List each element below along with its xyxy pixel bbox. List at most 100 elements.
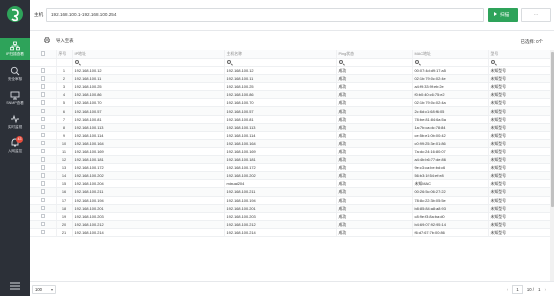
table-row[interactable]: 14 192.168.100.202 192.168.100.202 成功 56:b3:…	[30, 171, 551, 181]
table-row[interactable]: 21 192.168.100.214 192.168.100.214 成功 f6:d7:…	[30, 228, 551, 237]
row-checkbox[interactable]	[30, 106, 57, 116]
export-button[interactable]: 导入至表	[44, 36, 74, 46]
scrollbar-thumb[interactable]	[550, 52, 554, 207]
cell-ip: 192.168.100.164	[72, 139, 225, 148]
column-header-model[interactable]: 型号	[488, 50, 551, 59]
cell-hostname: 192.168.100.202	[224, 171, 337, 181]
row-checkbox[interactable]	[30, 66, 57, 76]
table-row[interactable]: 6 192.168.100.57 192.168.100.57 成功 2c:6d:c1:…	[30, 106, 551, 116]
cell-hostname: 192.168.100.113	[224, 123, 337, 132]
cell-model: 未知型号	[488, 179, 551, 189]
search-shield-icon	[10, 66, 20, 76]
cell-mac: f0:b0:40:c6:75:e2	[412, 90, 489, 100]
sidebar-item-snmp[interactable]: SNMP查看	[0, 87, 30, 109]
cell-model: 未知型号	[488, 204, 551, 213]
table-row[interactable]: 3 192.168.100.25 192.168.100.25 成功 a4:f9:33:…	[30, 82, 551, 92]
row-checkbox[interactable]	[30, 147, 57, 157]
sidebar-item-label: 入网监控	[7, 149, 23, 153]
row-checkbox[interactable]	[30, 187, 57, 197]
column-header-hostname[interactable]: 主机名称	[224, 50, 337, 59]
selected-count: 已选择: 0个	[520, 39, 543, 44]
row-checkbox[interactable]	[30, 74, 57, 84]
sidebar-item-network-access[interactable]: 43 入网监控	[0, 135, 30, 157]
cell-mac: 未知MAC	[412, 179, 489, 189]
pagination-footer: 100 ‹ 1 10 / 1 ›	[30, 281, 554, 296]
table-row[interactable]: 17 192.168.100.194 192.168.100.194 成功 78:8c:…	[30, 196, 551, 205]
table-row[interactable]: 13 192.168.100.172 192.168.100.172 成功 9e:c3:…	[30, 163, 551, 173]
prev-page-icon[interactable]: ‹	[507, 285, 508, 294]
table-row[interactable]: 7 192.168.100.81 192.168.100.81 成功 78:be:81:…	[30, 115, 551, 124]
row-checkbox[interactable]	[30, 228, 57, 237]
table-row[interactable]: 15 192.168.100.204 mixuai204 成功 未知MAC 未知型号	[30, 179, 551, 189]
row-checkbox[interactable]	[30, 220, 57, 229]
table-row[interactable]: 16 192.168.100.211 192.168.100.211 成功 00:26:…	[30, 187, 551, 197]
table-row[interactable]: 9 192.168.100.114 192.168.100.114 成功 ce:5b:e…	[30, 131, 551, 140]
cell-ping: 成功	[336, 187, 413, 197]
row-checkbox[interactable]	[30, 171, 57, 181]
row-checkbox[interactable]	[30, 115, 57, 124]
row-checkbox[interactable]	[30, 131, 57, 140]
column-header-mac[interactable]: MAC地址	[412, 50, 489, 59]
table-row[interactable]: 10 192.168.100.164 192.168.100.164 成功 c0:99:…	[30, 139, 551, 148]
cell-hostname: mixuai204	[224, 179, 337, 189]
cell-mac: c8:9e:f3:8a:ba:d0	[412, 212, 489, 221]
table-row[interactable]: 19 192.168.100.203 192.168.100.203 成功 c8:9e:…	[30, 212, 551, 221]
cell-ip: 192.168.100.201	[72, 204, 225, 213]
cell-hostname: 192.168.100.214	[224, 228, 337, 237]
cell-index: 17	[56, 196, 73, 205]
hamburger-menu-icon[interactable]	[9, 281, 21, 291]
cell-ip: 192.168.100.181	[72, 155, 225, 165]
more-options-button[interactable]: ···	[521, 8, 551, 22]
sidebar-item-ip-scan[interactable]: IP扫描查看	[0, 38, 30, 60]
row-checkbox[interactable]	[30, 90, 57, 100]
table-row[interactable]: 11 192.168.100.169 192.168.100.169 成功 7a:dc:…	[30, 147, 551, 157]
cell-ip: 192.168.100.86	[72, 90, 225, 100]
filter-ping[interactable]	[336, 58, 413, 67]
sidebar-item-realtime-monitor[interactable]: 实时监视	[0, 111, 30, 133]
table-row[interactable]: 12 192.168.100.181 192.168.100.181 成功 a4:4b:…	[30, 155, 551, 165]
cell-model: 未知型号	[488, 155, 551, 165]
row-checkbox[interactable]	[30, 82, 57, 92]
row-checkbox[interactable]	[30, 204, 57, 213]
row-checkbox[interactable]	[30, 139, 57, 148]
table-row[interactable]: 2 192.168.100.11 192.168.100.11 成功 02:1b:79:…	[30, 74, 551, 84]
cell-index: 5	[56, 98, 73, 108]
cell-ip: 192.168.100.169	[72, 147, 225, 157]
column-header-ip[interactable]: IP地址	[72, 50, 225, 59]
row-checkbox[interactable]	[30, 212, 57, 221]
cell-index: 10	[56, 139, 73, 148]
scan-button[interactable]: 扫描	[488, 8, 518, 22]
filter-mac[interactable]	[412, 58, 489, 67]
filter-hostname[interactable]	[224, 58, 337, 67]
cell-hostname: 192.168.100.12	[224, 66, 337, 76]
cell-model: 未知型号	[488, 147, 551, 157]
filter-ip[interactable]	[72, 58, 225, 67]
table-row[interactable]: 5 192.168.100.70 192.168.100.70 成功 02:1b:79:…	[30, 98, 551, 108]
column-header-index[interactable]: 序号	[56, 50, 73, 59]
cell-ping: 成功	[336, 98, 413, 108]
cell-model: 未知型号	[488, 187, 551, 197]
table-row[interactable]: 8 192.168.100.113 192.168.100.113 成功 1a:7b:c…	[30, 123, 551, 132]
column-header-ping[interactable]: Ping状态	[336, 50, 413, 59]
row-checkbox[interactable]	[30, 123, 57, 132]
next-page-icon[interactable]: ›	[545, 285, 546, 294]
host-range-input[interactable]: 192.168.100.1-192.168.100.254	[46, 8, 484, 22]
row-checkbox[interactable]	[30, 155, 57, 165]
row-checkbox[interactable]	[30, 196, 57, 205]
table-row[interactable]: 18 192.168.100.201 192.168.100.201 成功 b8:85:…	[30, 204, 551, 213]
network-icon	[10, 41, 20, 51]
filter-model[interactable]	[488, 58, 551, 67]
sidebar-item-security-audit[interactable]: 安全审核	[0, 63, 30, 85]
table-row[interactable]: 20 192.168.100.212 192.168.100.212 成功 b4:69:…	[30, 220, 551, 229]
row-checkbox[interactable]	[30, 179, 57, 189]
select-all-checkbox[interactable]	[30, 50, 57, 59]
cell-ip: 192.168.100.211	[72, 187, 225, 197]
table-row[interactable]: 1 192.168.100.12 192.168.100.12 成功 00:07:4d:…	[30, 66, 551, 76]
page-size-select[interactable]: 100	[32, 285, 56, 294]
current-page-input[interactable]: 1	[512, 285, 523, 294]
row-checkbox[interactable]	[30, 98, 57, 108]
cell-ip: 192.168.100.57	[72, 106, 225, 116]
table-row[interactable]: 4 192.168.100.86 192.168.100.86 成功 f0:b0:40:…	[30, 90, 551, 100]
row-checkbox[interactable]	[30, 163, 57, 173]
cell-ping: 成功	[336, 106, 413, 116]
